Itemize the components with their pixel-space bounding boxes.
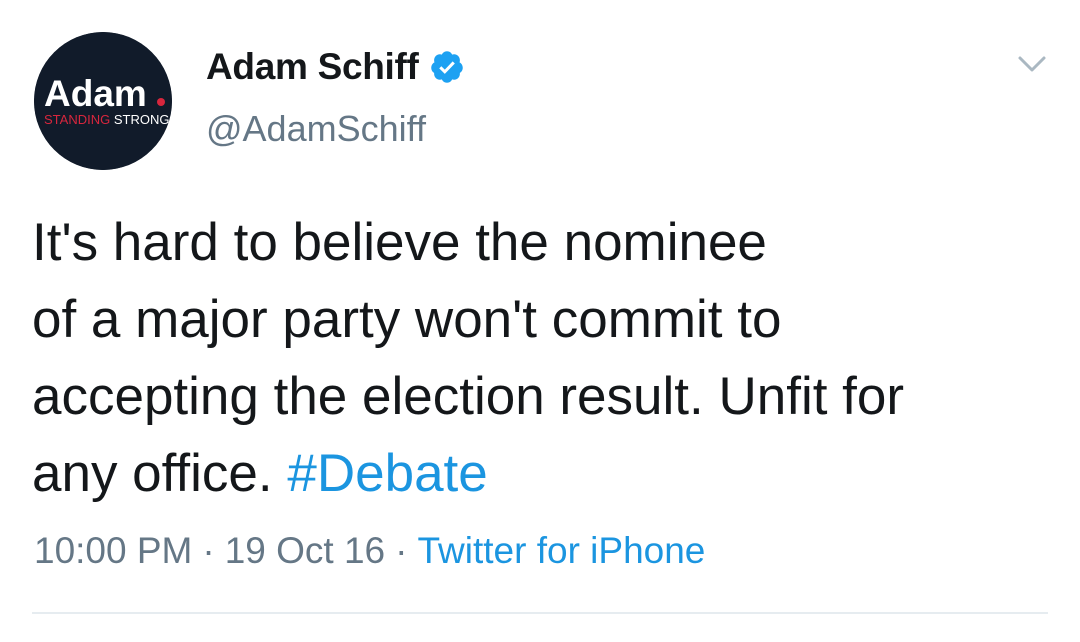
verified-badge-icon (429, 49, 465, 85)
tweet-meta: 10:00 PM · 19 Oct 16 · Twitter for iPhone (34, 530, 705, 572)
hashtag-link[interactable]: #Debate (287, 444, 487, 503)
meta-separator: · (395, 530, 408, 571)
avatar-tagline-red: STANDING (44, 112, 110, 127)
tweet-text-last-line: any office. #Debate (32, 435, 1052, 512)
tweet-text-line: accepting the election result. Unfit for (32, 367, 905, 426)
avatar-logo-text: Adam (44, 73, 147, 114)
tweet-text: It's hard to believe the nominee of a ma… (32, 204, 1052, 512)
avatar[interactable]: Adam STANDING STRONG (34, 32, 172, 170)
tweet-date[interactable]: 19 Oct 16 (225, 530, 385, 571)
divider (32, 612, 1048, 614)
chevron-down-icon[interactable] (1014, 50, 1050, 78)
avatar-logo: Adam STANDING STRONG (34, 32, 172, 170)
tweet-card: Adam STANDING STRONG Adam Schiff @AdamSc… (0, 0, 1080, 642)
tweet-source-link[interactable]: Twitter for iPhone (417, 530, 705, 571)
author-display-name[interactable]: Adam Schiff (206, 46, 419, 88)
tweet-text-line: It's hard to believe the nominee (32, 213, 767, 272)
tweet-time[interactable]: 10:00 PM (34, 530, 192, 571)
meta-separator: · (202, 530, 215, 571)
tweet-text-line: any office. (32, 444, 288, 503)
author-name-row: Adam Schiff (206, 42, 465, 92)
author-handle[interactable]: @AdamSchiff (206, 108, 426, 150)
avatar-logo-dot (157, 98, 165, 106)
svg-text:STANDING STRONG: STANDING STRONG (44, 112, 169, 127)
tweet-text-line: of a major party won't commit to (32, 290, 782, 349)
avatar-tagline-white: STRONG (110, 112, 169, 127)
